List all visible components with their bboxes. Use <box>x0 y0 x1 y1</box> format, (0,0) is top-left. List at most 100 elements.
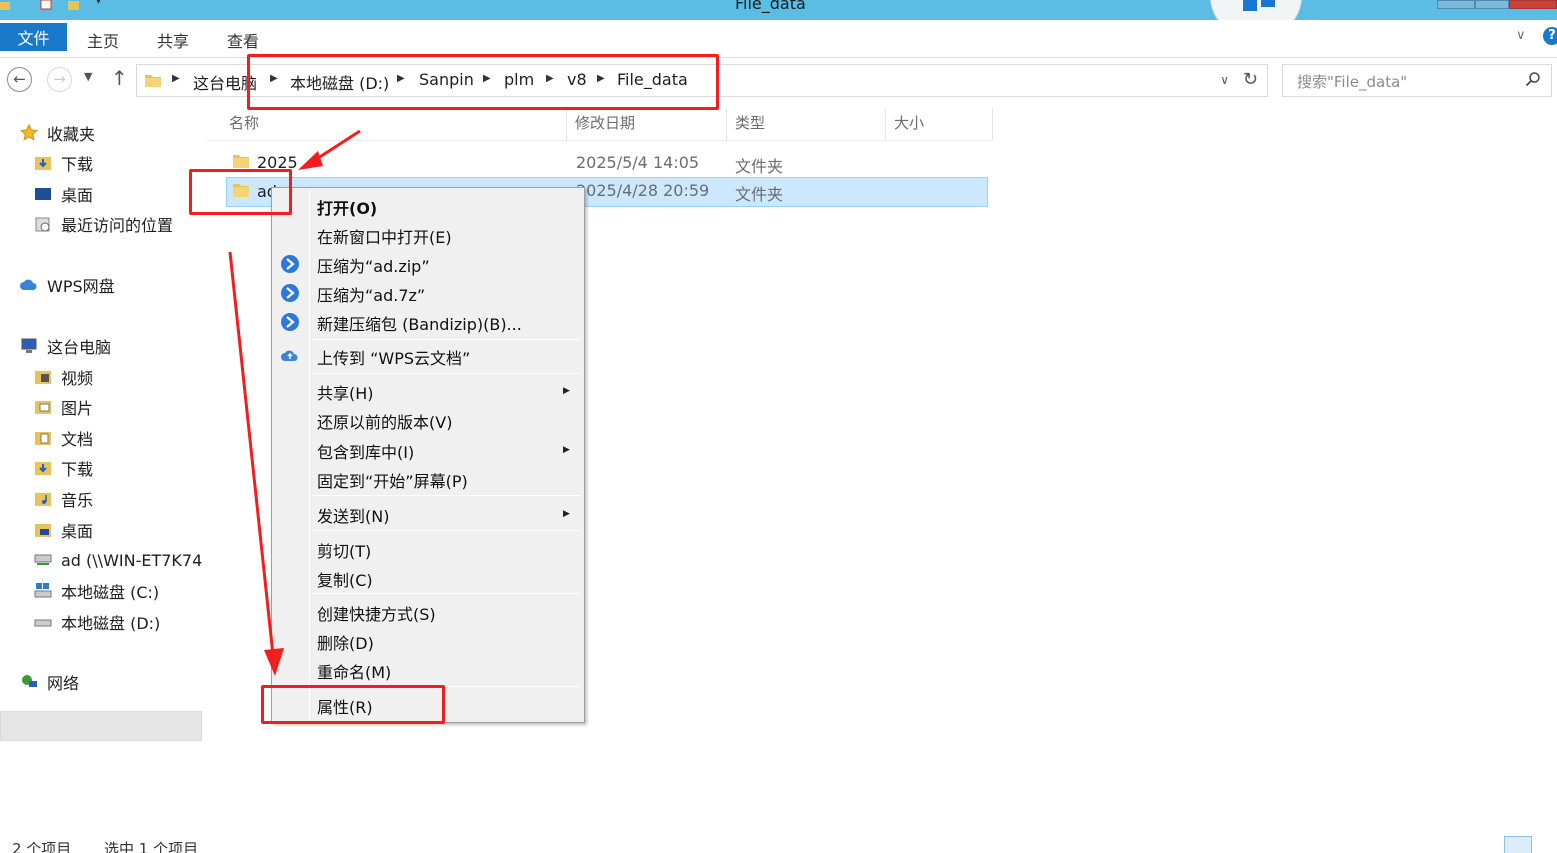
nav-item-desktop[interactable]: 桌面 <box>34 182 93 206</box>
properties-quick-icon[interactable] <box>40 0 52 10</box>
menu-item-create-shortcut[interactable]: 创建快捷方式(S) <box>317 601 436 625</box>
menu-item-new-archive[interactable]: 新建压缩包 (Bandizip)(B)... <box>317 311 522 335</box>
expand-ribbon-chevron-icon[interactable]: ∨ <box>1516 28 1526 43</box>
submenu-arrow-icon: ▶ <box>563 445 570 455</box>
column-header-name[interactable]: 名称 <box>221 108 567 140</box>
nav-item-label: ad (\\WIN-ET7K74 <box>61 550 203 570</box>
menu-item-share[interactable]: 共享(H) <box>317 380 374 404</box>
network-drive-icon <box>34 554 52 565</box>
folder-icon <box>145 75 161 87</box>
windows-logo-icon <box>1243 0 1257 11</box>
tab-home[interactable]: 主页 <box>87 28 119 52</box>
system-drive-icon <box>34 583 52 598</box>
menu-separator <box>312 495 580 496</box>
downloads-folder-icon <box>35 157 51 170</box>
menu-separator <box>312 530 580 531</box>
menu-item-cut[interactable]: 剪切(T) <box>317 538 371 562</box>
forward-button[interactable]: → <box>47 67 72 92</box>
tab-file[interactable]: 文件 <box>0 23 67 51</box>
search-box[interactable]: 搜索"File_data" <box>1282 64 1552 97</box>
nav-item-network-drive[interactable]: ad (\\WIN-ET7K74 <box>34 548 202 572</box>
file-type: 文件夹 <box>735 157 784 176</box>
menu-item-upload-wps[interactable]: 上传到 “WPS云文档” <box>317 345 470 369</box>
nav-favorites[interactable]: 收藏夹 <box>20 121 95 145</box>
nav-item-label: 桌面 <box>61 186 94 205</box>
nav-item-drive-c[interactable]: 本地磁盘 (C:) <box>34 579 159 603</box>
column-header-size[interactable]: 大小 <box>886 108 993 140</box>
menu-separator <box>312 593 580 594</box>
new-folder-quick-icon[interactable] <box>68 0 80 10</box>
nav-wps[interactable]: WPS网盘 <box>20 273 115 297</box>
quick-access-folder-icon[interactable] <box>0 0 12 10</box>
menu-item-pin-start[interactable]: 固定到“开始”屏幕(P) <box>317 468 468 492</box>
menu-item-open-new-window[interactable]: 在新窗口中打开(E) <box>317 224 452 248</box>
nav-selection-highlight <box>0 711 202 741</box>
submenu-arrow-icon: ▶ <box>563 509 570 519</box>
menu-item-include-library[interactable]: 包含到库中(I) <box>317 439 414 463</box>
menu-item-open[interactable]: 打开(O) <box>317 195 377 219</box>
nav-item-videos[interactable]: 视频 <box>34 365 93 389</box>
annotation-box-path <box>247 54 719 110</box>
nav-this-pc[interactable]: 这台电脑 <box>20 334 111 358</box>
menu-item-compress-7z[interactable]: 压缩为“ad.7z” <box>317 282 425 306</box>
drive-icon <box>34 619 52 627</box>
nav-network[interactable]: 网络 <box>20 670 79 694</box>
menu-separator <box>312 339 580 340</box>
videos-folder-icon <box>35 371 51 384</box>
nav-item-label: 图片 <box>61 399 94 418</box>
annotation-arrowhead <box>298 151 323 170</box>
pictures-folder-icon <box>35 401 51 414</box>
nav-network-label: 网络 <box>47 674 80 693</box>
bandizip-icon <box>281 284 299 302</box>
tab-share[interactable]: 共享 <box>157 28 189 52</box>
tab-view[interactable]: 查看 <box>227 28 259 52</box>
maximize-button[interactable] <box>1475 0 1509 9</box>
window-title: File_data <box>735 0 806 13</box>
nav-item-recent[interactable]: 最近访问的位置 <box>34 212 173 236</box>
search-icon[interactable] <box>1525 71 1541 87</box>
address-dropdown-icon[interactable]: ∨ <box>1220 73 1229 87</box>
menu-item-send-to[interactable]: 发送到(N) <box>317 503 389 527</box>
refresh-icon[interactable]: ↻ <box>1243 69 1258 90</box>
nav-item-music[interactable]: 音乐 <box>34 487 93 511</box>
nav-item-label: 音乐 <box>61 491 94 510</box>
cloud-icon <box>20 279 37 290</box>
breadcrumb-separator-icon[interactable]: ▶ <box>172 73 180 84</box>
nav-item-label: 桌面 <box>61 522 94 541</box>
annotation-box-folder <box>189 169 292 215</box>
details-view-button[interactable] <box>1504 836 1532 853</box>
nav-item-pictures[interactable]: 图片 <box>34 395 93 419</box>
minimize-button[interactable] <box>1437 0 1475 9</box>
annotation-arrow-to-properties <box>228 251 275 656</box>
up-button[interactable]: ↑ <box>111 66 128 90</box>
nav-item-downloads-pc[interactable]: 下载 <box>34 456 93 480</box>
cloud-upload-icon <box>281 350 298 361</box>
menu-item-restore[interactable]: 还原以前的版本(V) <box>317 409 452 433</box>
file-modified: 2025/5/4 14:05 <box>576 153 700 172</box>
title-bar: ▾ File_data <box>0 0 1557 20</box>
desktop-icon <box>35 188 51 200</box>
music-folder-icon <box>35 493 51 506</box>
close-button[interactable] <box>1509 0 1557 9</box>
recent-locations-dropdown-icon[interactable]: ▼ <box>84 70 92 83</box>
annotation-box-properties <box>261 685 445 724</box>
nav-item-drive-d[interactable]: 本地磁盘 (D:) <box>34 610 160 634</box>
column-header-modified[interactable]: 修改日期 <box>567 108 727 140</box>
status-selected-count: 选中 1 个项目 <box>104 840 199 853</box>
nav-item-desktop-pc[interactable]: 桌面 <box>34 518 93 542</box>
nav-item-documents[interactable]: 文档 <box>34 426 93 450</box>
bandizip-icon <box>281 255 299 273</box>
nav-item-label: 文档 <box>61 430 94 449</box>
menu-item-delete[interactable]: 删除(D) <box>317 630 374 654</box>
back-button[interactable]: ← <box>7 67 32 92</box>
quick-access-dropdown-icon[interactable]: ▾ <box>96 0 101 7</box>
nav-item-downloads[interactable]: 下载 <box>34 151 93 175</box>
menu-separator <box>312 373 580 374</box>
menu-item-compress-zip[interactable]: 压缩为“ad.zip” <box>317 253 430 277</box>
nav-item-label: 本地磁盘 (C:) <box>61 583 160 602</box>
column-header-type[interactable]: 类型 <box>727 108 886 140</box>
menu-item-rename[interactable]: 重命名(M) <box>317 659 391 683</box>
menu-item-copy[interactable]: 复制(C) <box>317 567 373 591</box>
help-icon[interactable]: ? <box>1543 27 1557 45</box>
nav-item-label: 最近访问的位置 <box>61 216 174 235</box>
